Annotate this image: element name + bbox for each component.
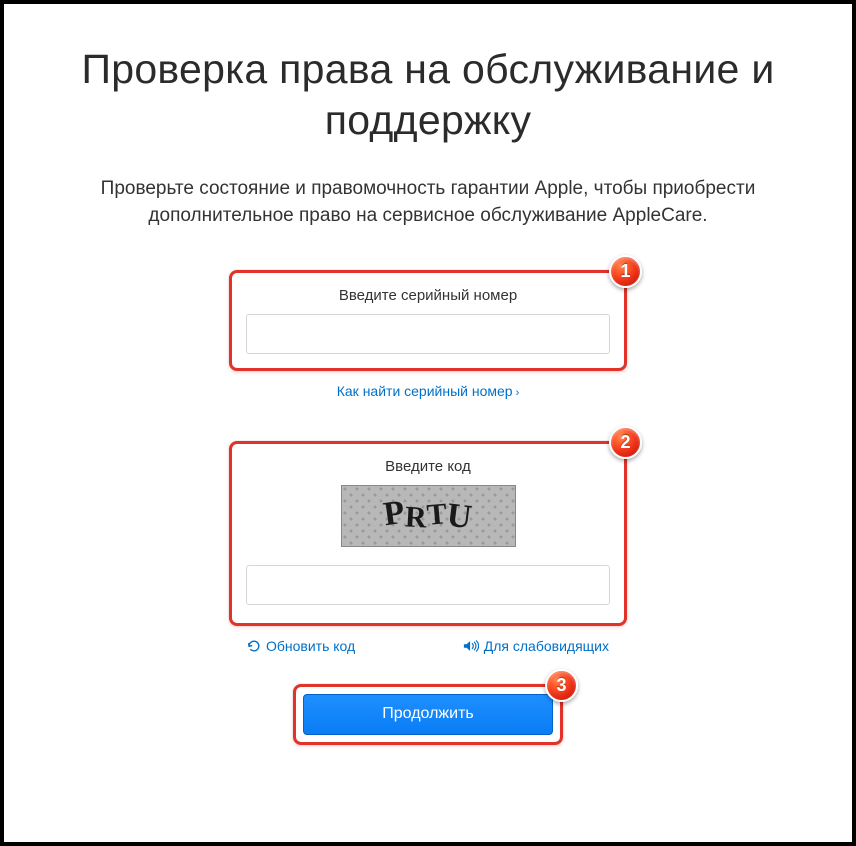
captcha-section: 2 Введите код PRTU: [229, 441, 627, 626]
step-badge-2: 2: [609, 426, 642, 459]
page-container: Проверка права на обслуживание и поддерж…: [4, 4, 852, 842]
serial-label: Введите серийный номер: [246, 287, 610, 304]
step-badge-3: 3: [545, 669, 578, 702]
submit-section: 3 Продолжить: [293, 684, 563, 745]
captcha-actions: Обновить код Для слабовидящих: [229, 638, 627, 654]
serial-section: 1 Введите серийный номер: [229, 270, 627, 371]
refresh-captcha-text: Обновить код: [266, 638, 355, 654]
captcha-label: Введите код: [246, 458, 610, 475]
serial-input[interactable]: [246, 314, 610, 354]
continue-button[interactable]: Продолжить: [303, 694, 553, 735]
page-title: Проверка права на обслуживание и поддерж…: [34, 44, 822, 147]
find-serial-link[interactable]: Как найти серийный номер›: [337, 383, 520, 399]
chevron-right-icon: ›: [516, 387, 520, 399]
audio-icon: [463, 639, 479, 653]
page-subtitle: Проверьте состояние и правомочность гара…: [68, 175, 788, 230]
find-serial-link-text: Как найти серийный номер: [337, 383, 513, 399]
refresh-icon: [247, 639, 261, 653]
step-badge-1: 1: [609, 255, 642, 288]
refresh-captcha-link[interactable]: Обновить код: [247, 638, 355, 654]
audio-captcha-text: Для слабовидящих: [484, 638, 609, 654]
audio-captcha-link[interactable]: Для слабовидящих: [463, 638, 609, 654]
captcha-image: PRTU: [341, 485, 516, 547]
captcha-input[interactable]: [246, 565, 610, 605]
